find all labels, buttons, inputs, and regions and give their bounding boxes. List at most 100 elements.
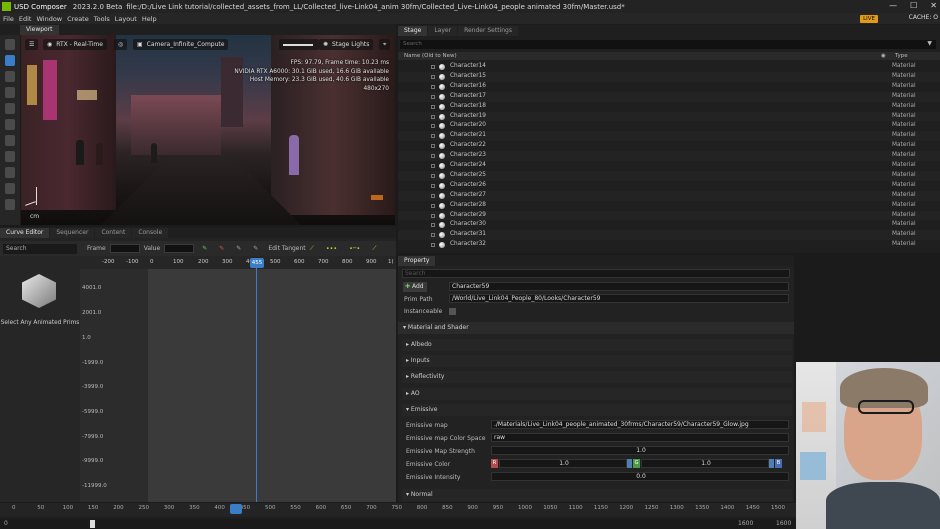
live-badge[interactable]: LIVE — [860, 15, 878, 23]
color-swatch[interactable] — [627, 459, 632, 468]
renderer-button[interactable]: ◉ RTX - Real-Time — [43, 39, 107, 50]
range-handle[interactable] — [90, 520, 95, 528]
col-type-header[interactable]: Type — [895, 53, 908, 59]
pin-button[interactable]: ⌖ — [379, 39, 391, 50]
move-icon[interactable] — [5, 71, 15, 82]
stage-row[interactable]: Character22 Material — [398, 141, 940, 151]
expand-icon[interactable] — [431, 144, 435, 149]
stage-row[interactable]: Character25 Material — [398, 170, 940, 181]
stage-row[interactable]: Character23 Material — [398, 151, 940, 161]
menu-tools[interactable]: Tools — [94, 15, 110, 23]
expand-icon[interactable] — [431, 213, 435, 218]
cache-status[interactable]: CACHE: O — [909, 14, 938, 21]
expand-icon[interactable] — [431, 203, 435, 208]
select-mode-icon[interactable] — [5, 39, 15, 50]
stage-row[interactable]: Character15 Material — [398, 71, 940, 82]
color-g-field[interactable]: 1.0 — [641, 459, 769, 468]
section-material-shader[interactable]: ▾ Material and Shader — [398, 322, 794, 334]
menu-create[interactable]: Create — [67, 15, 89, 23]
stage-row[interactable]: Character14 Material — [398, 62, 940, 72]
expand-icon[interactable] — [431, 65, 435, 69]
stage-row[interactable]: Character24 Material — [398, 161, 940, 171]
stage-row[interactable]: Character28 Material — [398, 201, 940, 211]
viewport-settings-button[interactable]: ☰ — [25, 39, 39, 50]
tab-sequencer[interactable]: Sequencer — [50, 228, 95, 238]
curve-graph[interactable]: -200 -100 0 100 200 300 400 500 600 700 … — [80, 256, 396, 502]
minimize-icon[interactable]: — — [889, 1, 897, 10]
expand-icon[interactable] — [431, 154, 435, 159]
tab-stage[interactable]: Stage — [398, 26, 428, 36]
tangent-step-icon[interactable]: ∙─∙ — [349, 245, 360, 252]
frame-ruler[interactable]: -200 -100 0 100 200 300 400 500 600 700 … — [80, 256, 396, 269]
end-frame-2[interactable]: 1600 — [776, 520, 791, 527]
tab-layer[interactable]: Layer — [428, 26, 458, 36]
tangent-auto-icon[interactable]: ⟋ — [372, 245, 376, 253]
stage-row[interactable]: Character21 Material — [398, 131, 940, 142]
emissive-intensity-field[interactable]: 0.0 — [491, 472, 789, 481]
tab-viewport[interactable]: Viewport — [20, 25, 59, 35]
expand-icon[interactable] — [431, 173, 435, 178]
scale-icon[interactable] — [5, 103, 15, 114]
select-arrow-icon[interactable] — [5, 55, 15, 66]
emissive-colorspace-field[interactable]: raw — [491, 433, 789, 442]
expand-icon[interactable] — [431, 104, 435, 109]
key-tool-icon[interactable]: ✎ — [236, 245, 241, 252]
key-tool2-icon[interactable]: ✎ — [253, 245, 258, 252]
filter-icon[interactable]: ▼ — [927, 40, 932, 47]
menu-help[interactable]: Help — [142, 15, 157, 23]
group-normal[interactable]: ▾ Normal — [402, 489, 792, 501]
timeline-ruler[interactable]: 0 50 100 150 200 250 300 350 400 450 500 550 600 650 7… — [0, 503, 810, 517]
expand-icon[interactable] — [431, 233, 435, 238]
expand-icon[interactable] — [431, 164, 435, 168]
add-key-icon[interactable]: ✎ — [202, 245, 207, 252]
tangent-flat-icon[interactable]: ∙∙∙ — [326, 245, 337, 252]
end-frame[interactable]: 1600 — [738, 520, 753, 527]
menu-layout[interactable]: Layout — [115, 15, 137, 23]
expand-icon[interactable] — [431, 84, 435, 89]
instanceable-checkbox[interactable] — [449, 308, 456, 315]
group-ao[interactable]: ▸ AO — [402, 388, 792, 400]
group-emissive[interactable]: ▾ Emissive — [402, 404, 792, 416]
stage-row[interactable]: Character32 Material — [398, 240, 940, 250]
rotate-icon[interactable] — [5, 87, 15, 98]
stage-row[interactable]: Character26 Material — [398, 181, 940, 191]
expand-icon[interactable] — [431, 134, 435, 139]
stage-row[interactable]: Character18 Material — [398, 102, 940, 112]
paint-icon[interactable] — [5, 183, 15, 194]
group-albedo[interactable]: ▸ Albedo — [402, 339, 792, 351]
frame-field[interactable] — [109, 244, 140, 253]
playhead-marker[interactable]: 455 — [250, 258, 264, 268]
tab-render-settings[interactable]: Render Settings — [458, 26, 518, 36]
viewport[interactable]: ☰ ◉ RTX - Real-Time ◎ ▣ Camera_Infinite_… — [21, 35, 395, 225]
expand-icon[interactable] — [431, 223, 435, 228]
timeline-playhead[interactable] — [230, 504, 242, 514]
tab-property[interactable]: Property — [398, 256, 436, 266]
maximize-icon[interactable]: ☐ — [910, 1, 917, 10]
start-frame[interactable]: 0 — [4, 520, 8, 527]
stage-row[interactable]: Character29 Material — [398, 210, 940, 221]
stage-row[interactable]: Character27 Material — [398, 190, 940, 201]
camera-button[interactable]: ▣ Camera_Infinite_Compute — [133, 39, 229, 50]
tangent-linear-icon[interactable]: ⟋ — [310, 245, 314, 253]
value-field[interactable] — [164, 244, 195, 253]
snap-icon[interactable] — [5, 119, 15, 130]
prim-path-field[interactable]: /World/Live_Link04_People_80/Looks/Chara… — [449, 294, 789, 303]
magnet-icon[interactable] — [5, 135, 15, 146]
close-icon[interactable]: ✕ — [930, 1, 937, 10]
menu-window[interactable]: Window — [36, 15, 62, 23]
color-swatch[interactable] — [769, 459, 774, 468]
color-r-field[interactable]: 1.0 — [499, 459, 627, 468]
stage-search-input[interactable]: Search — [400, 40, 936, 49]
curve-search-input[interactable]: Search — [3, 243, 77, 254]
delete-key-icon[interactable]: ✎ — [219, 245, 224, 252]
expand-icon[interactable] — [431, 193, 435, 198]
add-button[interactable]: ✚ Add — [403, 282, 427, 292]
expand-icon[interactable] — [431, 124, 435, 129]
stage-row[interactable]: Character17 Material — [398, 91, 940, 102]
menu-edit[interactable]: Edit — [19, 15, 32, 23]
expand-icon[interactable] — [431, 94, 435, 99]
stage-lights-slider[interactable] — [279, 39, 319, 50]
col-name-header[interactable]: Name (Old to New) — [404, 53, 457, 59]
stop-icon[interactable] — [5, 167, 15, 178]
group-reflectivity[interactable]: ▸ Reflectivity — [402, 371, 792, 383]
